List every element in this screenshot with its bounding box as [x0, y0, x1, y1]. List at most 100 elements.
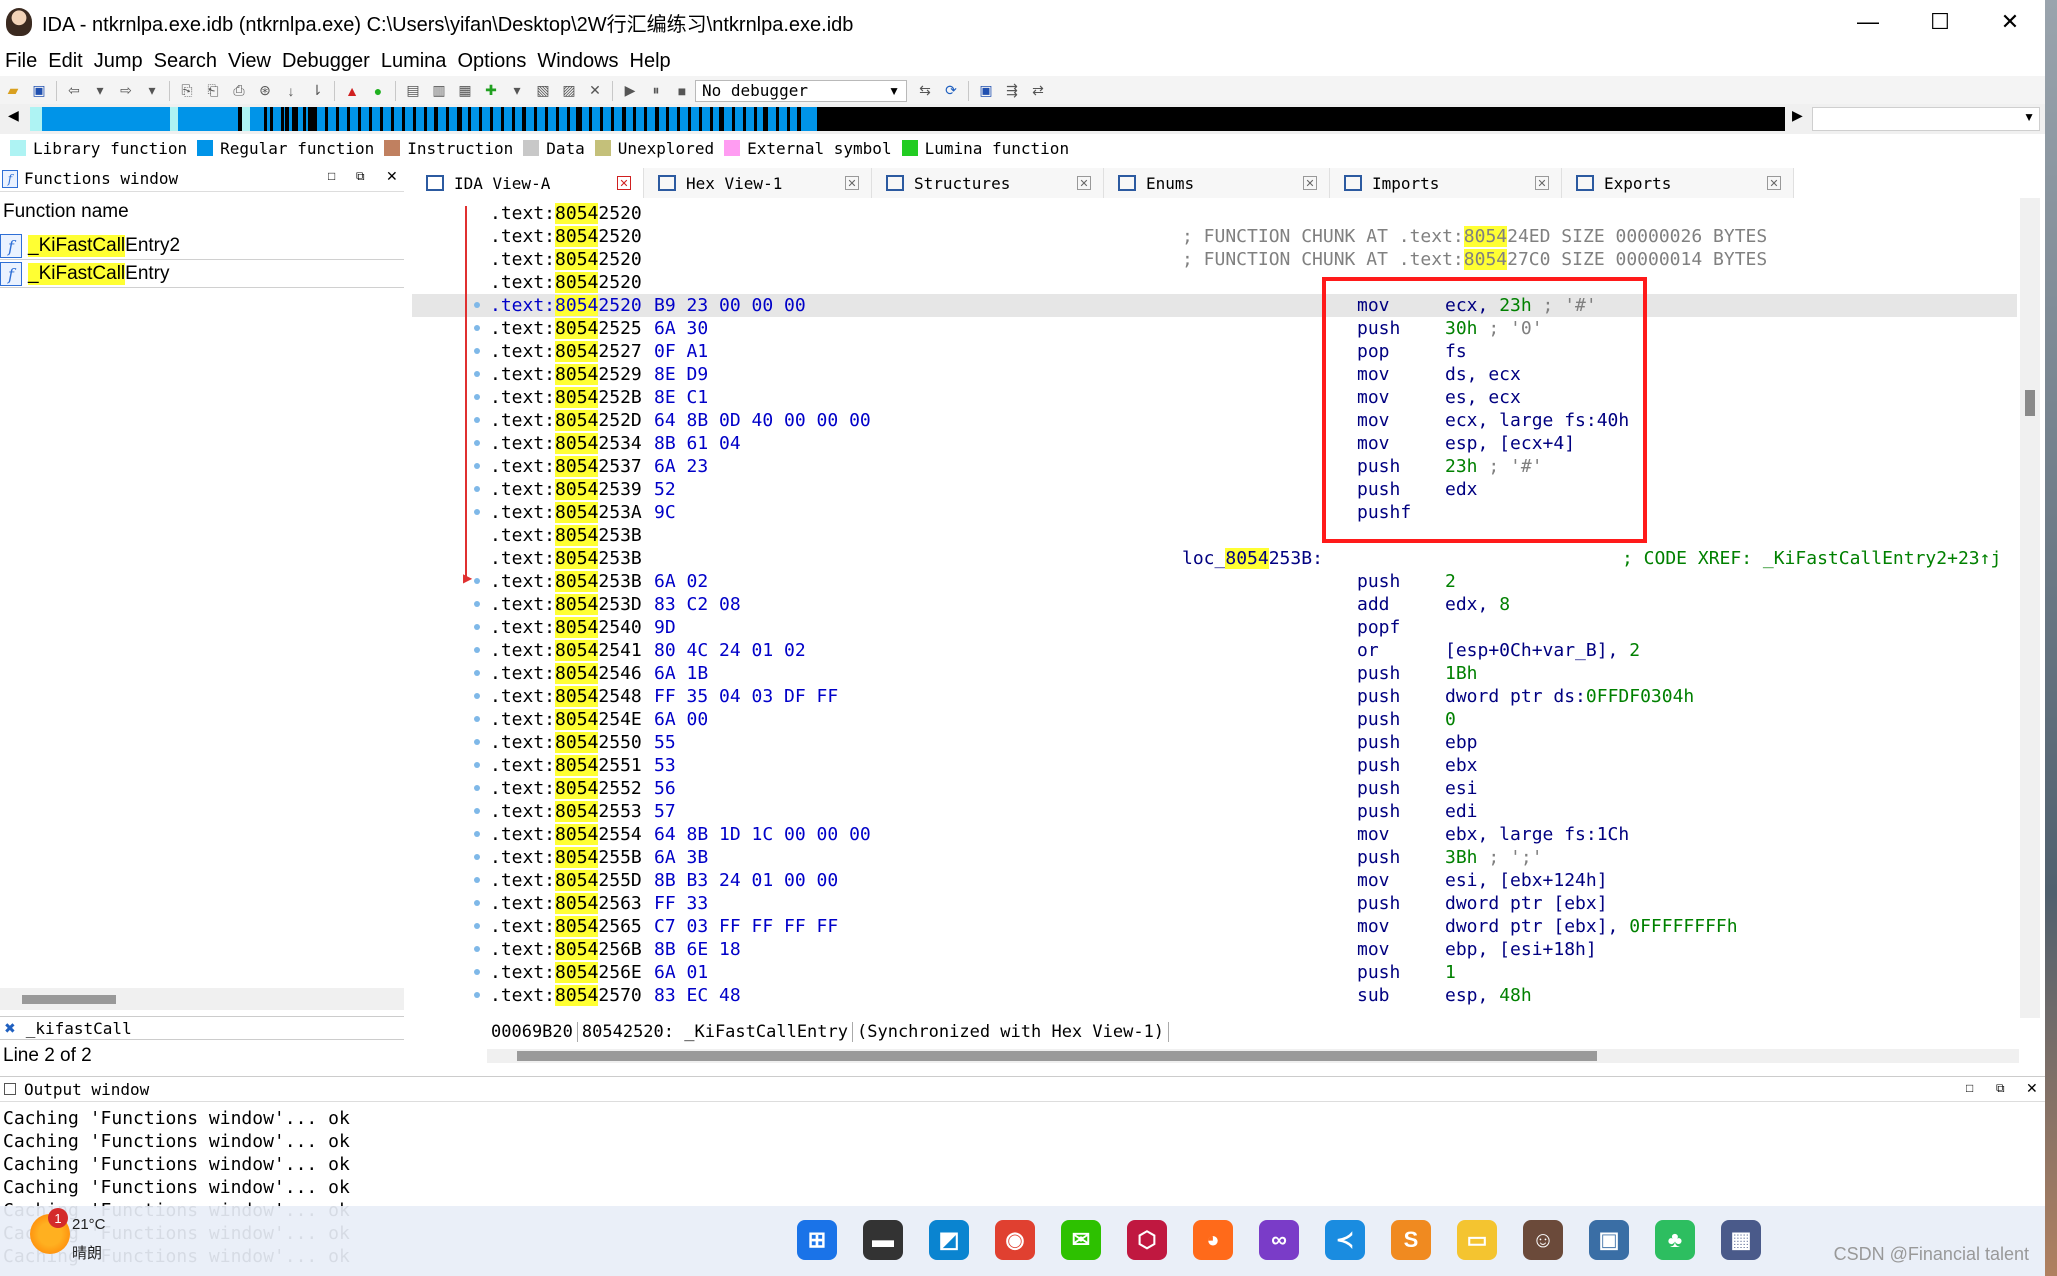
- disasm-line[interactable]: .text:80542534 8B 61 04 mov esp, [ecx+4]: [412, 432, 2017, 455]
- disasm-line[interactable]: .text:80542525 6A 30 push 30h ; '0': [412, 317, 2017, 340]
- forward-icon[interactable]: ⇨: [116, 82, 136, 100]
- jump-undefined-icon[interactable]: ⇂: [307, 82, 327, 100]
- minimize-button[interactable]: —: [1838, 6, 1898, 38]
- pause-icon[interactable]: ⏸: [646, 82, 666, 100]
- disasm-line[interactable]: .text:80542552 56 push esi: [412, 777, 2017, 800]
- search-next-icon[interactable]: ⊛: [255, 82, 275, 100]
- dropdown-icon[interactable]: ▾: [142, 82, 162, 100]
- disasm-line[interactable]: .text:80542551 53 push ebx: [412, 754, 2017, 777]
- disasm-line[interactable]: .text:8054252D 64 8B 0D 40 00 00 00 mov ecx…: [412, 409, 2017, 432]
- disasm-line[interactable]: .text:8054252B 8E C1 mov es, ecx: [412, 386, 2017, 409]
- undefine-icon[interactable]: ✕: [585, 82, 605, 100]
- nav-segment-select[interactable]: ▼: [1812, 107, 2040, 131]
- disasm-line[interactable]: .text:80542554 64 8B 1D 1C 00 00 00 mov ebx…: [412, 823, 2017, 846]
- close-button[interactable]: ✕: [1980, 6, 2040, 38]
- menu-lumina[interactable]: Lumina: [376, 50, 453, 73]
- close-icon[interactable]: ✕: [1303, 176, 1317, 190]
- disasm-line[interactable]: .text:80542539 52 push edx: [412, 478, 2017, 501]
- tab-enums[interactable]: Enums ✕: [1104, 168, 1330, 198]
- disasm-line[interactable]: .text:8054254E 6A 00 push 0: [412, 708, 2017, 731]
- search-text-icon[interactable]: ⎘: [177, 82, 197, 100]
- code-icon[interactable]: ▤: [403, 82, 423, 100]
- calculator-icon[interactable]: ▦: [1721, 1220, 1761, 1260]
- menu-jump[interactable]: Jump: [89, 50, 149, 73]
- float-pane-icon[interactable]: ⧉: [1996, 1081, 2005, 1096]
- tab-exports[interactable]: Exports ✕: [1562, 168, 1794, 198]
- disasm-line[interactable]: .text:8054255B 6A 3B push 3Bh ; ';': [412, 846, 2017, 869]
- close-pane-icon[interactable]: ✕: [386, 168, 398, 185]
- menu-debugger[interactable]: Debugger: [277, 50, 376, 73]
- disasm-line[interactable]: .text:80542565 C7 03 FF FF FF FF mov dword …: [412, 915, 2017, 938]
- close-icon[interactable]: ✕: [617, 176, 631, 190]
- disasm-line[interactable]: .text:80542553 57 push edi: [412, 800, 2017, 823]
- nav-left-arrow-icon[interactable]: ◀: [8, 107, 19, 124]
- disasm-line[interactable]: .text:80542541 80 4C 24 01 02 or [esp+0Ch+v…: [412, 639, 2017, 662]
- refresh-icon[interactable]: ⟳: [941, 82, 961, 100]
- dropdown-icon[interactable]: ▾: [90, 82, 110, 100]
- functions-filter-bar[interactable]: ✖ _kifastCall: [0, 1016, 404, 1040]
- function-row[interactable]: f _KiFastCall Entry: [0, 261, 404, 288]
- disasm-line[interactable]: .text:8054253D 83 C2 08 add edx, 8: [412, 593, 2017, 616]
- close-pane-icon[interactable]: ✕: [2026, 1080, 2038, 1097]
- close-icon[interactable]: ✕: [1077, 176, 1091, 190]
- disasm-line[interactable]: .text:8054256E 6A 01 push 1: [412, 961, 2017, 984]
- close-icon[interactable]: ✕: [1767, 176, 1781, 190]
- remote-desktop-icon[interactable]: ▣: [1589, 1220, 1629, 1260]
- breakpoint-icon[interactable]: ▣: [976, 82, 996, 100]
- chrome-icon[interactable]: ◉: [995, 1220, 1035, 1260]
- firefox-icon[interactable]: ◕: [1193, 1220, 1233, 1260]
- disasm-line[interactable]: .text:80542520 B9 23 00 00 00 mov ecx, 23h …: [412, 294, 2017, 317]
- menu-search[interactable]: Search: [149, 50, 223, 73]
- lumina-green-icon[interactable]: ●: [368, 82, 388, 100]
- function-name-column-header[interactable]: Function name: [0, 198, 404, 226]
- disasm-line[interactable]: .text:8054255D 8B B3 24 01 00 00 mov esi, […: [412, 869, 2017, 892]
- disasm-line[interactable]: .text:8054253B loc_8054253B:; CODE XREF: …: [412, 547, 2017, 570]
- open-icon[interactable]: ▰: [3, 82, 23, 100]
- evernote-icon[interactable]: ♣: [1655, 1220, 1695, 1260]
- menu-windows[interactable]: Windows: [532, 50, 624, 73]
- scroll-thumb[interactable]: [22, 995, 116, 1004]
- functions-filter-text[interactable]: _kifastCall: [26, 1019, 132, 1038]
- scroll-thumb[interactable]: [2025, 390, 2035, 416]
- struct-icon[interactable]: ▧: [533, 82, 553, 100]
- disasm-line[interactable]: .text:80542570 83 EC 48 sub esp, 48h: [412, 984, 2017, 1007]
- windows-start-icon[interactable]: ⊞: [797, 1220, 837, 1260]
- back-icon[interactable]: ⇦: [64, 82, 84, 100]
- nav-right-arrow-icon[interactable]: ▶: [1792, 107, 1803, 124]
- disassembly-vertical-scrollbar[interactable]: [2020, 198, 2040, 1018]
- close-icon[interactable]: ✕: [1535, 176, 1549, 190]
- sublime-icon[interactable]: S: [1391, 1220, 1431, 1260]
- ida-icon[interactable]: ☺: [1523, 1220, 1563, 1260]
- close-icon[interactable]: ✕: [845, 176, 859, 190]
- file-explorer-icon[interactable]: ▭: [1457, 1220, 1497, 1260]
- search-immediate-icon[interactable]: ⎙: [229, 82, 249, 100]
- dropdown-icon[interactable]: ▾: [507, 82, 527, 100]
- trace-icon[interactable]: ⇶: [1002, 82, 1022, 100]
- xref-comment[interactable]: ; CODE XREF: _KiFastCallEntry2+23↑j: [1622, 547, 2001, 570]
- data-icon[interactable]: ▥: [429, 82, 449, 100]
- disasm-line[interactable]: .text:80542563 FF 33 push dword ptr [ebx]: [412, 892, 2017, 915]
- hexagon-app-icon[interactable]: ⬡: [1127, 1220, 1167, 1260]
- menu-help[interactable]: Help: [625, 50, 677, 73]
- wechat-icon[interactable]: ✉: [1061, 1220, 1101, 1260]
- snip-tool-icon[interactable]: ◩: [929, 1220, 969, 1260]
- disasm-line[interactable]: .text:8054253A 9C pushf: [412, 501, 2017, 524]
- maximize-pane-icon[interactable]: □: [328, 169, 335, 183]
- tab-hex-view-1[interactable]: Hex View-1 ✕: [644, 168, 872, 198]
- menu-edit[interactable]: Edit: [43, 50, 88, 73]
- search-binary-icon[interactable]: ⎗: [203, 82, 223, 100]
- functions-horizontal-scrollbar[interactable]: [0, 988, 404, 1010]
- graph-red-icon[interactable]: ▲: [342, 82, 362, 100]
- disasm-line[interactable]: .text:80542550 55 push ebp: [412, 731, 2017, 754]
- enum-icon[interactable]: ▨: [559, 82, 579, 100]
- run-icon[interactable]: ▶: [620, 82, 640, 100]
- jump-down-icon[interactable]: ↓: [281, 82, 301, 100]
- disasm-line[interactable]: .text:80542537 6A 23 push 23h ; '#': [412, 455, 2017, 478]
- code-label[interactable]: loc_8054253B:: [1182, 547, 1323, 570]
- float-pane-icon[interactable]: ⧉: [356, 169, 365, 184]
- save-icon[interactable]: ▣: [29, 82, 49, 100]
- attach-icon[interactable]: ⇆: [915, 82, 935, 100]
- disasm-line[interactable]: .text:80542520: [412, 271, 2017, 294]
- scroll-thumb[interactable]: [517, 1051, 1597, 1061]
- stop-icon[interactable]: ■: [672, 82, 692, 100]
